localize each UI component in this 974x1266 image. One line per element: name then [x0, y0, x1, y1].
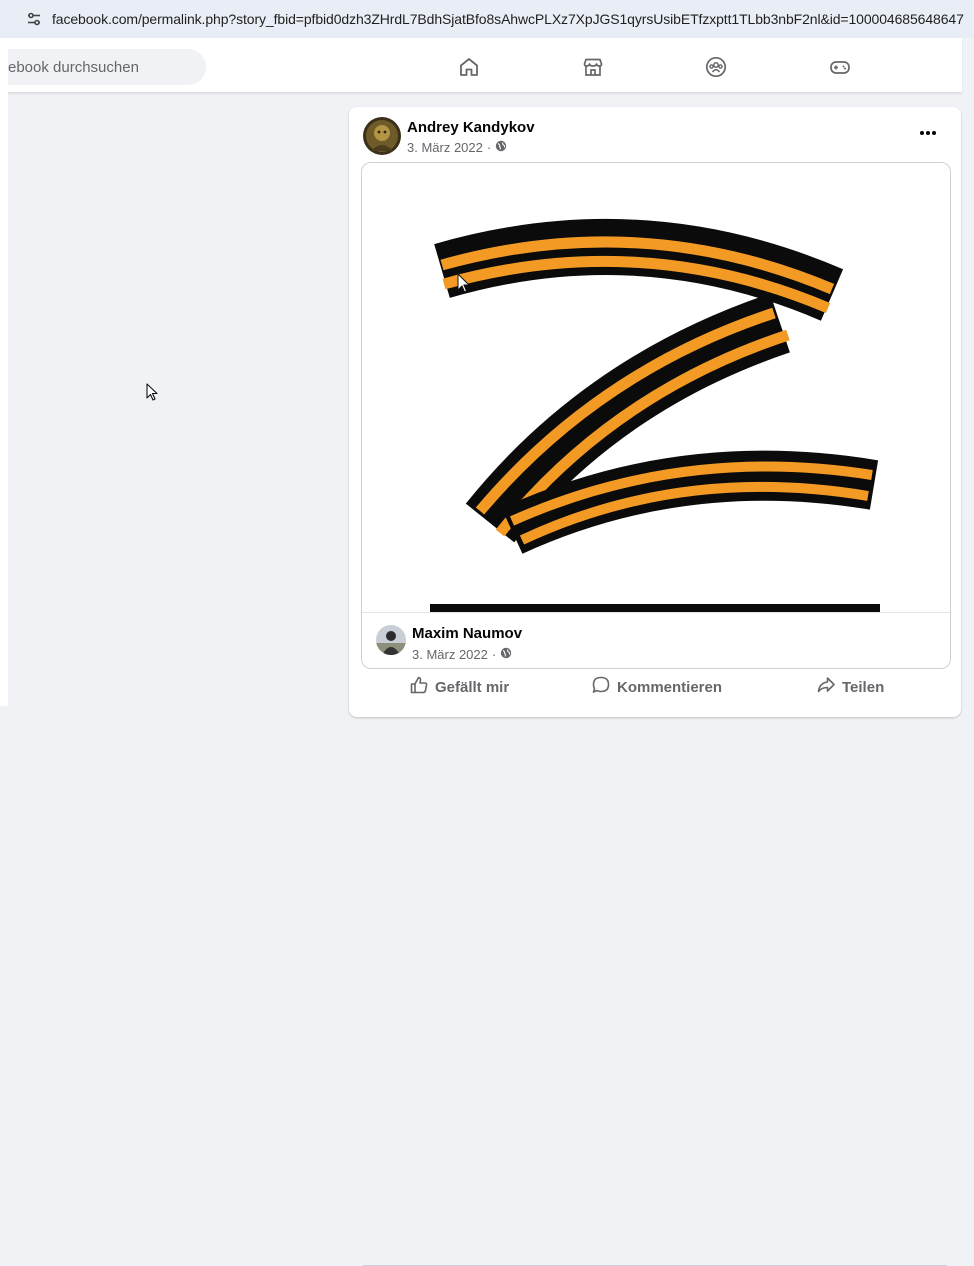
left-edge-strip — [0, 38, 8, 706]
share-button[interactable]: Teilen — [816, 675, 884, 699]
search-input[interactable]: ebook durchsuchen — [0, 49, 206, 85]
comment-button[interactable]: Kommentieren — [591, 675, 722, 699]
shared-post-meta: 3. März 2022 · — [412, 647, 512, 662]
share-icon — [816, 675, 836, 699]
shared-post-divider — [362, 612, 950, 613]
marketplace-icon[interactable] — [581, 55, 605, 79]
shared-post[interactable]: Maxim Naumov 3. März 2022 · — [361, 162, 951, 669]
post-author-name[interactable]: Andrey Kandykov — [407, 119, 535, 136]
url-field[interactable]: facebook.com/permalink.php?story_fbid=pf… — [14, 4, 974, 34]
shared-post-date[interactable]: 3. März 2022 — [412, 647, 488, 662]
home-icon[interactable] — [457, 55, 481, 79]
more-icon — [920, 131, 936, 135]
globe-icon[interactable] — [495, 140, 507, 155]
gaming-icon[interactable] — [828, 55, 852, 79]
search-placeholder: ebook durchsuchen — [8, 59, 139, 76]
comment-icon — [591, 675, 611, 699]
mouse-cursor-icon — [146, 383, 160, 403]
share-label: Teilen — [842, 678, 885, 696]
post-meta: 3. März 2022 · — [407, 140, 507, 155]
like-button[interactable]: Gefällt mir — [409, 675, 509, 699]
like-icon — [409, 675, 429, 699]
post-action-bar: Gefällt mir Kommentieren Teilen — [349, 669, 961, 1266]
browser-address-bar: facebook.com/permalink.php?story_fbid=pf… — [0, 0, 974, 38]
shared-post-image[interactable] — [362, 163, 950, 613]
avatar[interactable] — [376, 625, 406, 655]
globe-icon[interactable] — [500, 647, 512, 662]
groups-icon[interactable] — [704, 55, 728, 79]
tune-icon[interactable] — [24, 9, 44, 29]
post-card: Andrey Kandykov 3. März 2022 · Maxim Nau… — [349, 107, 961, 1266]
shared-post-author-name[interactable]: Maxim Naumov — [412, 625, 522, 642]
comment-label: Kommentieren — [617, 678, 723, 696]
post-date[interactable]: 3. März 2022 — [407, 140, 483, 155]
like-label: Gefällt mir — [435, 678, 510, 696]
facebook-top-nav: ebook durchsuchen — [0, 38, 962, 93]
avatar[interactable] — [363, 117, 401, 155]
url-text: facebook.com/permalink.php?story_fbid=pf… — [52, 11, 964, 27]
more-options-button[interactable] — [915, 123, 941, 143]
